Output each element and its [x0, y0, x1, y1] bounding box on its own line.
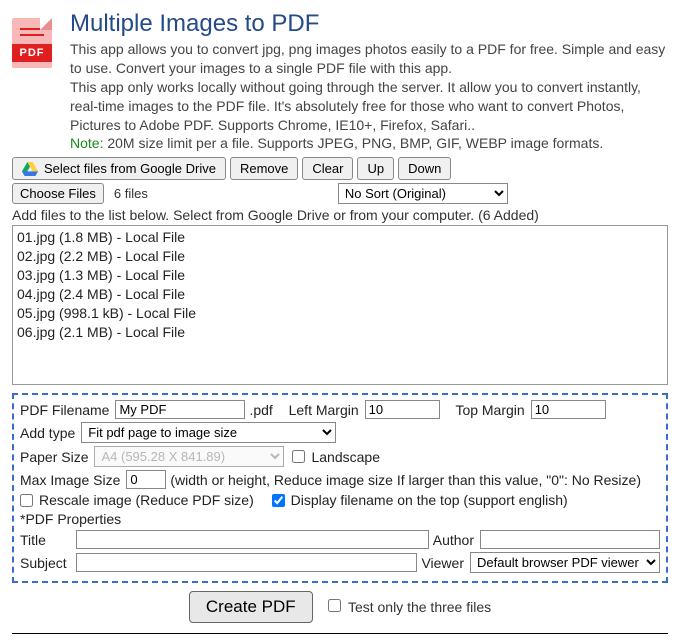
paper-size-select[interactable]: A4 (595.28 X 841.89): [94, 446, 284, 467]
list-item[interactable]: 02.jpg (2.2 MB) - Local File: [17, 247, 663, 266]
viewer-select[interactable]: Default browser PDF viewer: [470, 552, 660, 573]
settings-panel: PDF Filename .pdf Left Margin Top Margin…: [12, 393, 668, 583]
landscape-label: Landscape: [311, 449, 380, 465]
create-pdf-button[interactable]: Create PDF: [189, 591, 313, 623]
left-margin-input[interactable]: [365, 400, 440, 419]
subject-label: Subject: [20, 555, 70, 571]
paper-size-label: Paper Size: [20, 449, 88, 465]
viewer-label: Viewer: [421, 555, 464, 571]
max-image-size-hint: (width or height, Reduce image size If l…: [170, 472, 641, 488]
page-title: Multiple Images to PDF: [70, 10, 668, 38]
file-count: 6 files: [110, 186, 152, 201]
add-type-select[interactable]: Fit pdf page to image size: [81, 422, 336, 443]
pdf-filename-label: PDF Filename: [20, 402, 109, 418]
pdf-extension: .pdf: [249, 402, 272, 418]
author-input[interactable]: [480, 530, 660, 549]
clear-button[interactable]: Clear: [302, 157, 353, 180]
up-button[interactable]: Up: [357, 157, 394, 180]
add-type-label: Add type: [20, 425, 75, 441]
top-margin-label: Top Margin: [455, 402, 524, 418]
choose-files-button[interactable]: Choose Files: [12, 183, 104, 204]
google-drive-icon: [22, 162, 38, 176]
rescale-checkbox[interactable]: [20, 494, 33, 507]
divider: [12, 633, 668, 634]
select-google-drive-button[interactable]: Select files from Google Drive: [12, 157, 226, 180]
list-item[interactable]: 01.jpg (1.8 MB) - Local File: [17, 228, 663, 247]
file-list[interactable]: 01.jpg (1.8 MB) - Local File02.jpg (2.2 …: [12, 225, 668, 385]
rescale-label: Rescale image (Reduce PDF size): [39, 492, 254, 508]
remove-button[interactable]: Remove: [230, 157, 298, 180]
landscape-checkbox[interactable]: [292, 450, 305, 463]
test-only-label: Test only the three files: [348, 599, 491, 615]
top-margin-input[interactable]: [531, 400, 606, 419]
down-button[interactable]: Down: [398, 157, 451, 180]
list-item[interactable]: 03.jpg (1.3 MB) - Local File: [17, 266, 663, 285]
subject-input[interactable]: [76, 553, 417, 572]
pdf-properties-label: *PDF Properties: [20, 511, 121, 527]
list-item[interactable]: 05.jpg (998.1 kB) - Local File: [17, 304, 663, 323]
left-margin-label: Left Margin: [289, 402, 359, 418]
title-label: Title: [20, 532, 70, 548]
test-only-checkbox[interactable]: [328, 599, 341, 612]
pdf-filename-input[interactable]: [115, 400, 245, 419]
display-filename-label: Display filename on the top (support eng…: [291, 492, 568, 508]
list-item[interactable]: 04.jpg (2.4 MB) - Local File: [17, 285, 663, 304]
app-description: This app allows you to convert jpg, png …: [70, 40, 668, 153]
max-image-size-label: Max Image Size: [20, 472, 120, 488]
pdf-icon: PDF: [12, 10, 58, 153]
instruction-text: Add files to the list below. Select from…: [12, 207, 668, 223]
sort-select[interactable]: No Sort (Original): [338, 183, 508, 204]
display-filename-checkbox[interactable]: [272, 494, 285, 507]
title-input[interactable]: [76, 530, 429, 549]
author-label: Author: [433, 532, 474, 548]
max-image-size-input[interactable]: [126, 470, 166, 489]
list-item[interactable]: 06.jpg (2.1 MB) - Local File: [17, 323, 663, 342]
